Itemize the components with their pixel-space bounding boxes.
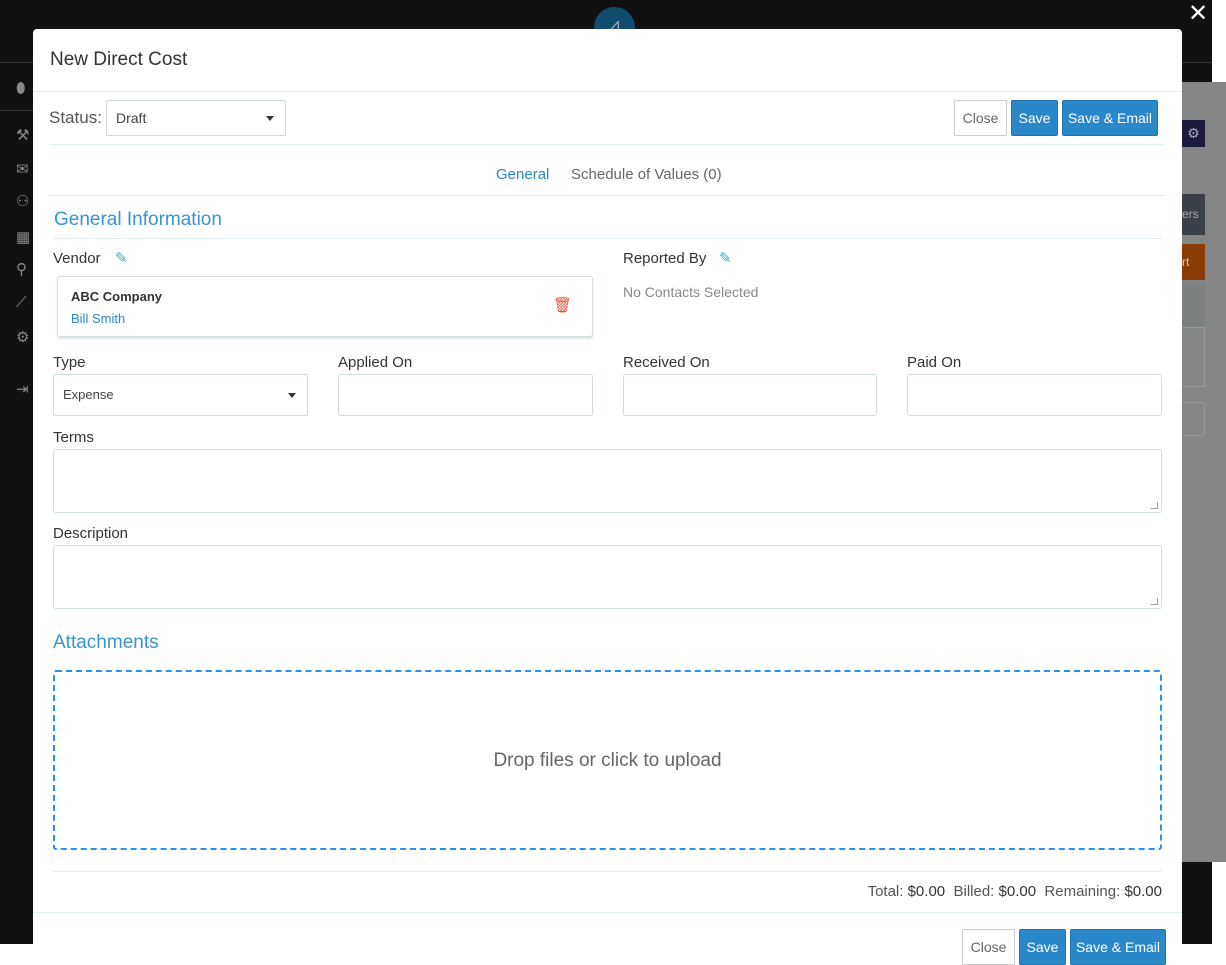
status-label: Status: — [49, 108, 102, 127]
status-select[interactable]: Draft — [106, 100, 286, 136]
applied-on-input[interactable] — [338, 374, 593, 416]
remaining-label: Remaining: — [1044, 883, 1121, 900]
tab-general[interactable]: General — [496, 166, 549, 183]
users-icon[interactable]: ⚇ — [16, 192, 29, 210]
terms-label: Terms — [53, 429, 94, 446]
close-icon[interactable]: ✕ — [1188, 2, 1208, 26]
remaining-value: $0.00 — [1124, 883, 1162, 900]
settings-gear-icon[interactable]: ⚙ — [1182, 120, 1205, 147]
divider — [33, 91, 1182, 92]
status-value: Draft — [116, 110, 147, 126]
applied-on-label: Applied On — [338, 354, 413, 371]
trash-icon[interactable]: 🗑︎ — [553, 296, 572, 314]
total-label: Total: — [867, 883, 904, 900]
paid-on-label: Paid On — [907, 354, 962, 371]
background-button[interactable]: ers — [1182, 194, 1205, 235]
billed-value: $0.00 — [998, 883, 1037, 900]
resize-handle[interactable] — [1151, 598, 1158, 605]
background-right-panel: ⚙ ers rt — [1182, 82, 1226, 862]
modal-title: New Direct Cost — [50, 49, 188, 70]
gear-icon[interactable]: ⚙ — [16, 328, 29, 346]
chevron-down-icon — [288, 393, 296, 398]
calendar-icon[interactable]: ▦ — [16, 228, 30, 246]
no-contacts-text: No Contacts Selected — [623, 284, 759, 300]
edit-vendor-pencil-icon[interactable]: ✎ — [115, 249, 128, 267]
footer-save-button[interactable]: Save — [1019, 929, 1066, 965]
divider — [53, 871, 1162, 872]
type-label: Type — [53, 354, 86, 371]
footer-save-email-button[interactable]: Save & Email — [1070, 929, 1166, 965]
file-dropzone[interactable]: Drop files or click to upload — [53, 670, 1162, 850]
billed-label: Billed: — [953, 883, 995, 900]
chart-icon[interactable]: ⟋ — [16, 294, 27, 311]
mail-icon[interactable]: ✉ — [16, 160, 29, 178]
chevron-down-icon — [266, 116, 274, 121]
logout-icon[interactable]: ⇥ — [16, 380, 29, 398]
description-textarea[interactable] — [53, 545, 1162, 609]
background-pager[interactable] — [1182, 402, 1205, 436]
description-label: Description — [53, 525, 129, 542]
paid-on-input[interactable] — [907, 374, 1162, 416]
dropzone-text: Drop files or click to upload — [493, 750, 722, 771]
save-email-button[interactable]: Save & Email — [1062, 100, 1158, 136]
divider — [33, 912, 1182, 913]
close-button[interactable]: Close — [954, 100, 1007, 136]
vendor-contact-link[interactable]: Bill Smith — [71, 311, 125, 326]
received-on-input[interactable] — [623, 374, 877, 416]
background-button[interactable]: rt — [1182, 244, 1205, 280]
total-value: $0.00 — [907, 883, 946, 900]
vendor-label: Vendor — [53, 250, 101, 267]
totals-summary: Total: $0.00 Billed: $0.00 Remaining: $0… — [868, 883, 1162, 900]
save-button[interactable]: Save — [1011, 100, 1058, 136]
terms-textarea[interactable] — [53, 449, 1162, 513]
reported-by-label: Reported By — [623, 250, 707, 267]
footer-close-button[interactable]: Close — [962, 929, 1015, 965]
tab-schedule-of-values[interactable]: Schedule of Values (0) — [571, 166, 722, 183]
location-icon[interactable]: ⬮ — [16, 80, 25, 97]
user-icon[interactable]: ⚲ — [16, 260, 27, 278]
divider — [50, 144, 1164, 145]
vendor-card: ABC Company Bill Smith 🗑︎ — [57, 276, 593, 337]
type-value: Expense — [63, 387, 114, 402]
background-block — [1182, 327, 1205, 387]
general-information-heading: General Information — [54, 209, 222, 230]
vendor-company: ABC Company — [71, 289, 163, 304]
received-on-label: Received On — [623, 354, 710, 371]
hammer-icon[interactable]: ⚒ — [16, 126, 29, 144]
divider — [49, 195, 1165, 196]
attachments-heading: Attachments — [53, 632, 159, 653]
type-select[interactable]: Expense — [53, 374, 308, 416]
edit-reported-by-pencil-icon[interactable]: ✎ — [719, 249, 732, 267]
new-direct-cost-modal: New Direct Cost Status: Draft Close Save… — [33, 29, 1182, 965]
resize-handle[interactable] — [1151, 502, 1158, 509]
background-block — [1182, 285, 1205, 327]
divider — [53, 238, 1162, 239]
